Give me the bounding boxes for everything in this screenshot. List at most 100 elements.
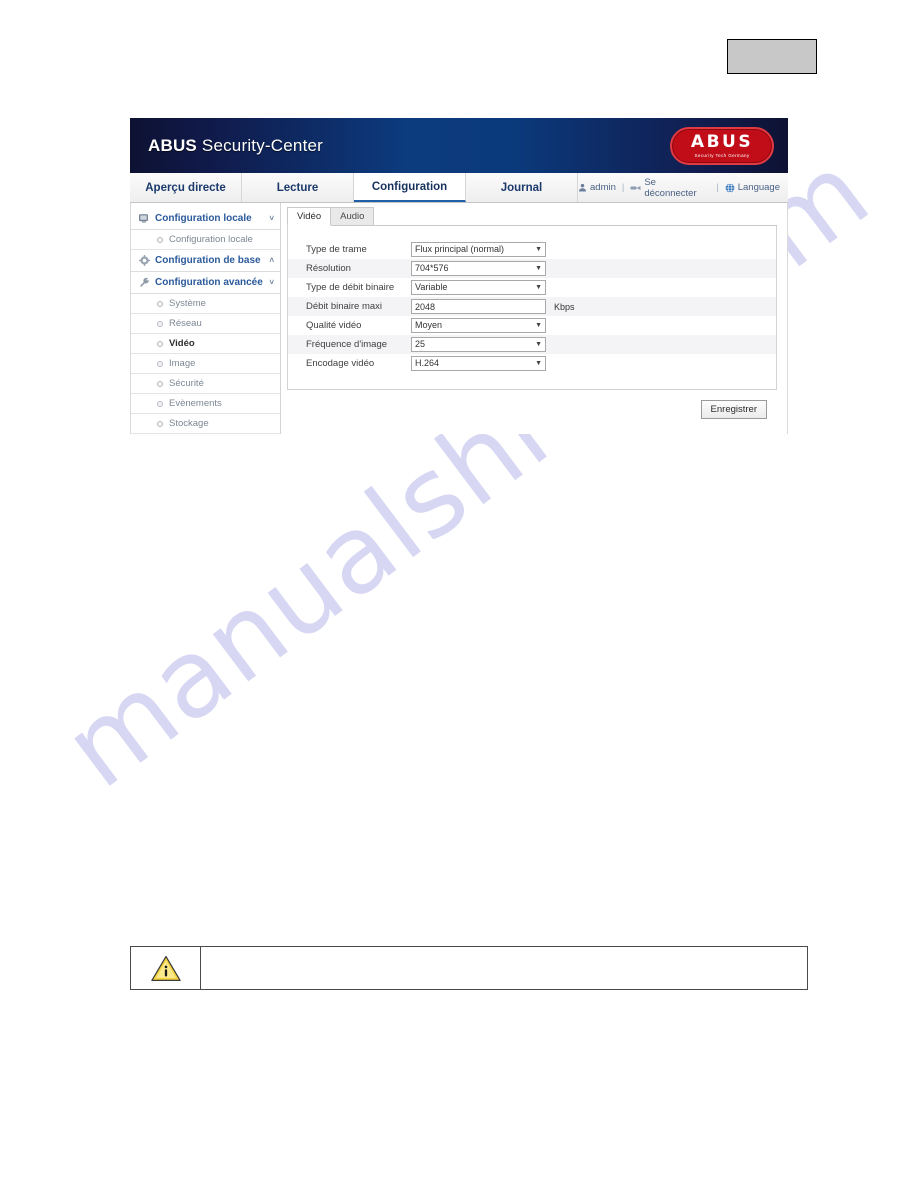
configuration-sidebar: Configuration locale ˅ Configuration loc… — [131, 203, 281, 434]
field-wrapper: Flux principal (normal) ▼ — [411, 242, 546, 257]
chevron-down-icon[interactable]: ▼ — [535, 319, 542, 332]
current-user: admin — [578, 182, 616, 193]
sidebar-item-reseau[interactable]: Réseau — [131, 314, 280, 334]
sidebar-group-label: Configuration locale — [155, 213, 252, 224]
tab-video[interactable]: Vidéo — [287, 207, 332, 226]
nav-tab-configuration[interactable]: Configuration — [354, 173, 466, 202]
sidebar-item-label: Configuration locale — [169, 234, 253, 245]
field-wrapper: H.264 ▼ — [411, 356, 546, 371]
sidebar-group-label: Configuration avancée — [155, 277, 263, 288]
sidebar-group-advanced-configuration[interactable]: Configuration avancée ˅ — [131, 272, 280, 294]
field-label: Qualité vidéo — [306, 320, 362, 331]
chevron-down-icon[interactable]: ▼ — [535, 357, 542, 370]
select-value: Flux principal (normal) — [415, 244, 505, 254]
warning-info-icon — [150, 955, 181, 982]
resolution-select[interactable]: 704*576 ▼ — [411, 261, 546, 276]
sidebar-item-label: Réseau — [169, 318, 202, 329]
sidebar-item-label: Image — [169, 358, 196, 369]
sidebar-item-securite[interactable]: Sécurité — [131, 374, 280, 394]
field-wrapper — [411, 299, 546, 314]
sidebar-group-local-configuration[interactable]: Configuration locale ˅ — [131, 208, 280, 230]
brand-suffix: Security-Center — [196, 135, 324, 155]
note-text — [201, 947, 807, 989]
logout-label: Se déconnecter — [644, 176, 697, 199]
corner-gray-box — [727, 39, 817, 74]
form-row-video-quality: Qualité vidéo Moyen ▼ — [288, 316, 776, 335]
chevron-down-icon[interactable]: ▼ — [535, 338, 542, 351]
nav-tab-label: Journal — [500, 181, 543, 194]
form-row-frame-type: Type de trame Flux principal (normal) ▼ — [288, 240, 776, 259]
chevron-down-icon[interactable]: ˅ — [269, 278, 274, 287]
sidebar-item-label: Stockage — [169, 418, 209, 429]
logout-link[interactable]: Se déconnecter — [630, 177, 710, 199]
bullet-icon — [157, 380, 163, 387]
form-row-max-bitrate: Débit binaire maxi Kbps — [288, 297, 776, 316]
nav-tab-label: Lecture — [276, 181, 319, 194]
tab-label: Audio — [340, 211, 365, 222]
nav-tab-live-view[interactable]: Aperçu directe — [130, 173, 242, 202]
field-label: Débit binaire maxi — [306, 301, 383, 312]
sidebar-item-configuration-locale[interactable]: Configuration locale — [131, 230, 280, 250]
nav-tab-playback[interactable]: Lecture — [242, 173, 354, 202]
sidebar-item-image[interactable]: Image — [131, 354, 280, 374]
app-body: Configuration locale ˅ Configuration loc… — [130, 203, 788, 434]
tab-label: Vidéo — [297, 211, 322, 222]
select-value: Variable — [415, 282, 448, 292]
configuration-content: Vidéo Audio Type de trame Flux principal… — [281, 203, 787, 433]
tab-audio[interactable]: Audio — [330, 207, 375, 225]
bullet-icon — [157, 300, 163, 307]
select-value: 25 — [415, 339, 426, 349]
field-label: Encodage vidéo — [306, 358, 375, 369]
note-icon-cell — [131, 947, 201, 989]
save-bar: Enregistrer — [287, 390, 777, 419]
bullet-icon — [157, 320, 163, 327]
chevron-down-icon[interactable]: ▼ — [535, 281, 542, 294]
field-wrapper: 704*576 ▼ — [411, 261, 546, 276]
chevron-down-icon[interactable]: ▼ — [535, 243, 542, 256]
bitrate-type-select[interactable]: Variable ▼ — [411, 280, 546, 295]
language-label: Language — [737, 182, 780, 193]
max-bitrate-input[interactable] — [411, 299, 546, 314]
field-wrapper: Moyen ▼ — [411, 318, 546, 333]
chevron-up-icon[interactable]: ˄ — [269, 256, 274, 265]
main-navigation: Aperçu directe Lecture Configuration Jou… — [130, 173, 788, 203]
field-label: Type de trame — [306, 244, 367, 255]
max-bitrate-unit: Kbps — [554, 301, 575, 312]
brand-title: ABUS Security-Center — [148, 136, 323, 156]
frame-type-select[interactable]: Flux principal (normal) ▼ — [411, 242, 546, 257]
sidebar-group-basic-configuration[interactable]: Configuration de base ˄ — [131, 250, 280, 272]
select-value: Moyen — [415, 320, 443, 330]
field-label: Type de débit binaire — [306, 282, 395, 293]
abus-logo-word: ABUS — [690, 131, 754, 152]
sidebar-item-evenements[interactable]: Evènements — [131, 394, 280, 414]
video-encoding-select[interactable]: H.264 ▼ — [411, 356, 546, 371]
globe-icon — [725, 182, 735, 193]
nav-tab-journal[interactable]: Journal — [466, 173, 578, 202]
language-selector[interactable]: Language — [725, 182, 780, 193]
app-header: ABUS Security-Center ABUS Security Tech … — [130, 118, 788, 173]
nav-separator-2: | — [716, 182, 719, 193]
sidebar-item-label: Evènements — [169, 398, 222, 409]
chevron-down-icon[interactable]: ▼ — [535, 262, 542, 275]
video-quality-select[interactable]: Moyen ▼ — [411, 318, 546, 333]
frame-rate-select[interactable]: 25 ▼ — [411, 337, 546, 352]
nav-user-controls: admin | Se déconnecter | Language — [578, 173, 788, 202]
user-name: admin — [590, 182, 616, 193]
field-wrapper: 25 ▼ — [411, 337, 546, 352]
nav-tab-label: Configuration — [371, 180, 448, 193]
chevron-down-icon[interactable]: ˅ — [269, 214, 274, 223]
sidebar-item-systeme[interactable]: Système — [131, 294, 280, 314]
monitor-icon — [139, 213, 150, 224]
field-label: Résolution — [306, 263, 351, 274]
field-label: Fréquence d'image — [306, 339, 388, 350]
content-tab-strip: Vidéo Audio — [287, 207, 777, 226]
abus-logo: ABUS Security Tech Germany — [670, 127, 774, 165]
save-button[interactable]: Enregistrer — [700, 400, 767, 419]
sidebar-item-stockage[interactable]: Stockage — [131, 414, 280, 434]
select-value: H.264 — [415, 358, 440, 368]
sidebar-item-label: Vidéo — [169, 338, 195, 349]
sidebar-item-video[interactable]: Vidéo — [131, 334, 280, 354]
brand-name: ABUS — [148, 135, 197, 155]
bullet-icon — [157, 360, 163, 367]
field-wrapper: Variable ▼ — [411, 280, 546, 295]
